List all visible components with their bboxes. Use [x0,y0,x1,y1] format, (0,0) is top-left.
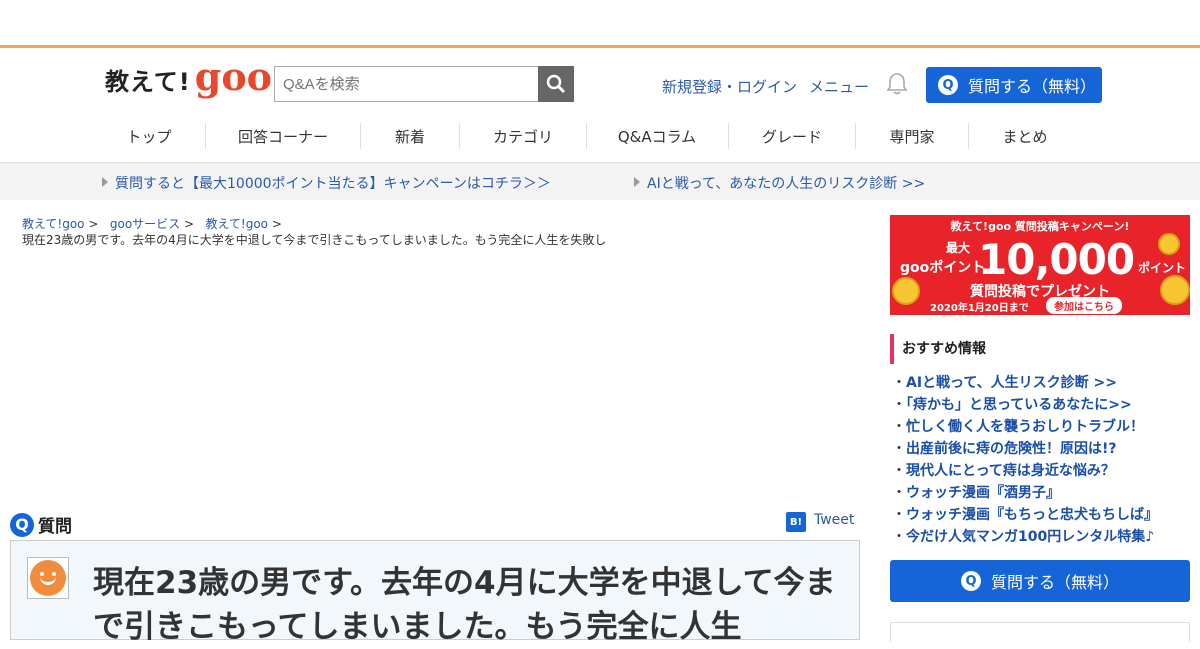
list-item: ・出産前後に痔の危険性！原因は!? [892,441,1117,457]
list-item: ・今だけ人気マンガ100円レンタル特集♪ [892,529,1155,545]
nav-item-answer[interactable]: 回答コーナー [222,121,344,153]
list-item: ・AIと戦って、人生リスク診断 >> [892,375,1117,391]
smiley-face-icon [30,560,66,596]
breadcrumb-separator: > [88,217,99,231]
nav-divider [205,123,206,149]
main-nav: トップ 回答コーナー 新着 カテゴリ Q&Aコラム グレード 専門家 まとめ [0,121,1200,163]
list-item: ・現代人にとって痔は身近な悩み？ [892,463,1115,479]
nav-item-grade[interactable]: グレード [744,121,840,153]
nav-item-expert[interactable]: 専門家 [870,121,954,153]
sidebar-ask-label: 質問する（無料） [990,573,1119,592]
nav-item-top[interactable]: トップ [110,121,188,153]
recommended-link[interactable]: ウォッチ漫画『もちっと忠犬もちしば』 [906,507,1158,523]
arrow-right-icon [634,177,640,187]
nav-item-new[interactable]: 新着 [376,121,444,153]
list-item: ・忙しく働く人を襲うおしりトラブル！ [892,419,1144,435]
nav-divider [459,123,460,149]
recommended-link[interactable]: 現代人にとって痔は身近な悩み？ [906,463,1115,479]
recommended-link[interactable]: 出産前後に痔の危険性！原因は!? [906,441,1117,457]
search-input[interactable] [274,66,538,102]
nav-divider [968,123,969,149]
tweet-button[interactable]: Tweet [814,512,854,528]
recommended-link[interactable]: AIと戦って、人生リスク診断 >> [906,375,1117,391]
ask-question-button[interactable]: Q 質問する（無料） [926,67,1102,103]
risk-diagnosis-link[interactable]: AIと戦って、あなたの人生のリスク診断 >> [647,173,925,193]
nav-item-matome[interactable]: まとめ [984,121,1066,153]
banner-subtitle: 質問投稿でプレゼント [970,284,1110,300]
question-label: Q 質問 [10,512,72,537]
question-label-text: 質問 [38,517,72,537]
banner-goo-point: gooポイント [900,260,986,276]
nav-divider [728,123,729,149]
nav-item-column[interactable]: Q&Aコラム [602,121,712,153]
ask-question-label: 質問する（無料） [968,77,1097,96]
list-item: ・「痔かも」と思っているあなたに>> [892,397,1132,413]
recommended-link[interactable]: 今だけ人気マンガ100円レンタル特集♪ [906,529,1154,545]
campaign-banner[interactable]: 教えて!goo 質問投稿キャンペーン! gooポイント 最大 10,000 ポイ… [890,215,1190,315]
face-mouth [40,576,56,585]
q-icon: Q [10,512,34,537]
logo-text: 教えて! [105,68,191,96]
bell-icon [886,73,908,95]
nav-item-category[interactable]: カテゴリ [474,121,572,153]
login-link[interactable]: 新規登録・ログイン [662,76,797,97]
recommended-heading: おすすめ情報 [890,334,986,364]
header: 教えて! goo 新規登録・ログイン メニュー Q 質問する（無料） [0,51,1200,121]
notification-button[interactable] [886,72,908,96]
recommended-link[interactable]: ウォッチ漫画『酒男子』 [906,485,1060,501]
question-box: 現在23歳の男です。去年の4月に大学を中退して今まで引きこもってしまいました。も… [10,540,860,645]
breadcrumb-link[interactable]: 教えて!goo [22,217,85,231]
q-icon: Q [960,571,981,591]
arrow-right-icon [102,177,108,187]
top-ad-bar [0,0,1200,48]
logo-brand: goo [194,54,273,99]
question-title: 現在23歳の男です。去年の4月に大学を中退して今まで引きこもってしまいました。も… [93,565,836,645]
nav-divider [360,123,361,149]
banner-campaign-title: 教えて!goo 質問投稿キャンペーン! [950,220,1130,233]
banner-amount: 10,000 [978,235,1135,284]
search-button[interactable] [538,66,574,102]
search-icon [546,74,566,94]
menu-link[interactable]: メニュー [809,76,869,97]
search-bar [274,66,574,102]
list-item: ・ウォッチ漫画『酒男子』 [892,485,1060,501]
nav-divider [586,123,587,149]
breadcrumb-separator: > [184,217,195,231]
banner-cta[interactable]: 参加はこちら [1046,297,1122,314]
breadcrumb-link[interactable]: 教えて!goo [206,217,269,231]
promo-bar: 質問すると【最大10000ポイント当たる】キャンペーンはコチラ＞＞ AIと戦って… [0,163,1200,200]
sidebar-ask-button[interactable]: Q 質問する（無料） [890,560,1190,602]
list-item: ・ウォッチ漫画『もちっと忠犬もちしば』 [892,507,1158,523]
recommended-link[interactable]: 「痔かも」と思っているあなたに>> [906,397,1132,413]
q-icon: Q [938,75,958,95]
recommended-link[interactable]: 忙しく働く人を襲うおしりトラブル！ [906,419,1144,435]
sidebar-box [890,622,1190,642]
nav-divider [855,123,856,149]
breadcrumb-separator: > [271,217,282,231]
hatena-bookmark-button[interactable]: B! [786,512,806,532]
recommended-list: ・AIと戦って、人生リスク診断 >> ・「痔かも」と思っているあなたに>> ・忙… [892,372,1158,548]
campaign-link[interactable]: 質問すると【最大10000ポイント当たる】キャンペーンはコチラ＞＞ [115,173,551,193]
avatar[interactable] [27,557,69,599]
breadcrumb-link[interactable]: gooサービス [110,217,180,231]
banner-deadline: 2020年1月20日まで [930,303,1029,314]
breadcrumb-current: 現在23歳の男です。去年の4月に大学を中退して今まで引きこもってしまいました。も… [22,233,607,247]
banner-point-unit: ポイント [1138,261,1187,275]
breadcrumb: 教えて!goo > gooサービス > 教えて!goo > [22,215,282,232]
coin-icon [1158,233,1180,255]
banner-max-label: 最大 [946,241,971,255]
site-logo[interactable]: 教えて! goo [105,54,273,99]
